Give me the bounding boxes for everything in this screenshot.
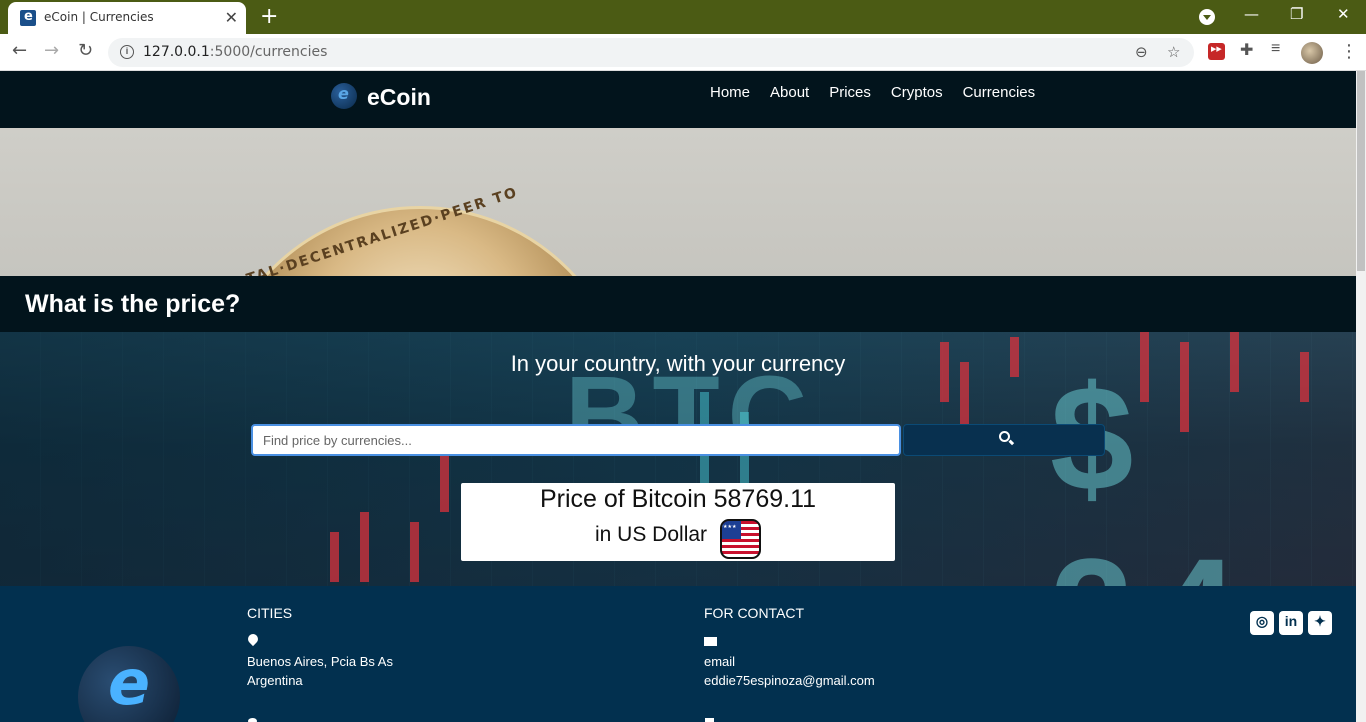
phone-icon [705, 718, 714, 722]
nav-link-prices[interactable]: Prices [829, 84, 871, 101]
contact-heading: FOR CONTACT [704, 605, 805, 621]
city-line-2: Argentina [247, 673, 303, 688]
new-tab-icon[interactable]: + [260, 4, 278, 29]
browser-menu-icon[interactable]: ⋮ [1340, 41, 1358, 62]
media-queue-icon[interactable]: ≡ [1271, 40, 1288, 57]
linkedin-icon[interactable]: in [1279, 611, 1303, 635]
forward-icon[interactable]: → [44, 40, 59, 61]
back-icon[interactable]: ← [12, 40, 27, 61]
browser-tab[interactable]: eCoin | Currencies ✕ [8, 2, 246, 34]
reload-icon[interactable]: ↻ [78, 40, 93, 61]
location-pin-icon [245, 631, 261, 647]
envelope-icon [704, 637, 717, 646]
url-host: 127.0.0.1 [143, 44, 210, 60]
footer-ecoin-logo-icon [78, 646, 180, 722]
bitcoin-price-text: Price of Bitcoin 58769.11 [539, 485, 817, 513]
bg-candle [440, 452, 449, 512]
flag-canton [722, 521, 741, 539]
close-window-icon[interactable]: ✕ [1337, 5, 1350, 23]
nav-link-home[interactable]: Home [710, 84, 750, 101]
instagram-icon[interactable]: ◎ [1250, 611, 1274, 635]
ecoin-logo-icon[interactable] [331, 83, 357, 109]
tab-title: eCoin | Currencies [44, 10, 154, 24]
extension-icon[interactable] [1208, 43, 1225, 60]
minimize-icon[interactable]: — [1244, 5, 1259, 23]
search-button[interactable] [903, 424, 1105, 456]
browser-toolbar: ← → ↻ i 127.0.0.1:5000/currencies ⊖ ☆ ✚ … [0, 34, 1366, 71]
search-tagline: In your country, with your currency [510, 351, 846, 376]
address-bar[interactable]: i 127.0.0.1:5000/currencies ⊖ ☆ [108, 38, 1194, 67]
section-title: What is the price? [25, 290, 241, 318]
price-question-band: What is the price? [0, 276, 1356, 332]
nav-links: Home About Prices Cryptos Currencies [710, 84, 1055, 101]
bg-candle [330, 532, 339, 582]
nav-link-currencies[interactable]: Currencies [963, 84, 1036, 101]
web-page: eCoin Home About Prices Cryptos Currenci… [0, 71, 1356, 722]
extensions-puzzle-icon[interactable]: ✚ [1240, 40, 1257, 59]
bg-candle [360, 512, 369, 582]
contact-email[interactable]: eddie75espinoza@gmail.com [704, 673, 875, 688]
nav-link-about[interactable]: About [770, 84, 809, 101]
hero-bitcoin-image: TAL·DECENTRALIZED·PEER TO [0, 128, 1356, 276]
browser-tab-bar: eCoin | Currencies ✕ + — ❐ ✕ [0, 0, 1366, 34]
tab-search-icon[interactable] [1199, 9, 1215, 25]
url-path: :5000/currencies [209, 44, 328, 60]
restore-icon[interactable]: ❐ [1290, 5, 1303, 23]
scrollbar-thumb[interactable] [1357, 71, 1365, 271]
price-result-card: Price of Bitcoin 58769.11 in US Dollar [461, 483, 895, 561]
city-line-1: Buenos Aires, Pcia Bs As [247, 654, 393, 669]
close-tab-icon[interactable]: ✕ [225, 8, 238, 27]
search-icon [999, 431, 1010, 442]
currency-name-text: in US Dollar [595, 523, 708, 546]
site-navbar: eCoin Home About Prices Cryptos Currenci… [0, 71, 1356, 128]
site-footer: CITIES Buenos Aires, Pcia Bs As Argentin… [0, 586, 1356, 722]
ecoin-favicon-icon [20, 9, 36, 26]
twitter-icon[interactable]: ✦ [1308, 611, 1332, 635]
currency-search-input[interactable] [251, 424, 901, 456]
bg-price-text: $ 24 [1050, 352, 1356, 586]
contact-label: email [704, 654, 736, 669]
cities-heading: CITIES [247, 605, 293, 621]
bg-candle [410, 522, 419, 582]
nav-link-cryptos[interactable]: Cryptos [891, 84, 943, 101]
url-text: 127.0.0.1:5000/currencies [143, 44, 327, 60]
site-info-icon[interactable]: i [120, 45, 134, 59]
zoom-icon[interactable]: ⊖ [1135, 43, 1148, 61]
bookmark-star-icon[interactable]: ☆ [1167, 43, 1180, 61]
currency-search-section: BTC $ 24 In your country, with your curr… [0, 332, 1356, 586]
location-pin-icon-2 [248, 718, 257, 722]
brand-name[interactable]: eCoin [367, 84, 431, 111]
us-flag-icon [720, 519, 761, 559]
profile-avatar[interactable] [1301, 42, 1323, 64]
